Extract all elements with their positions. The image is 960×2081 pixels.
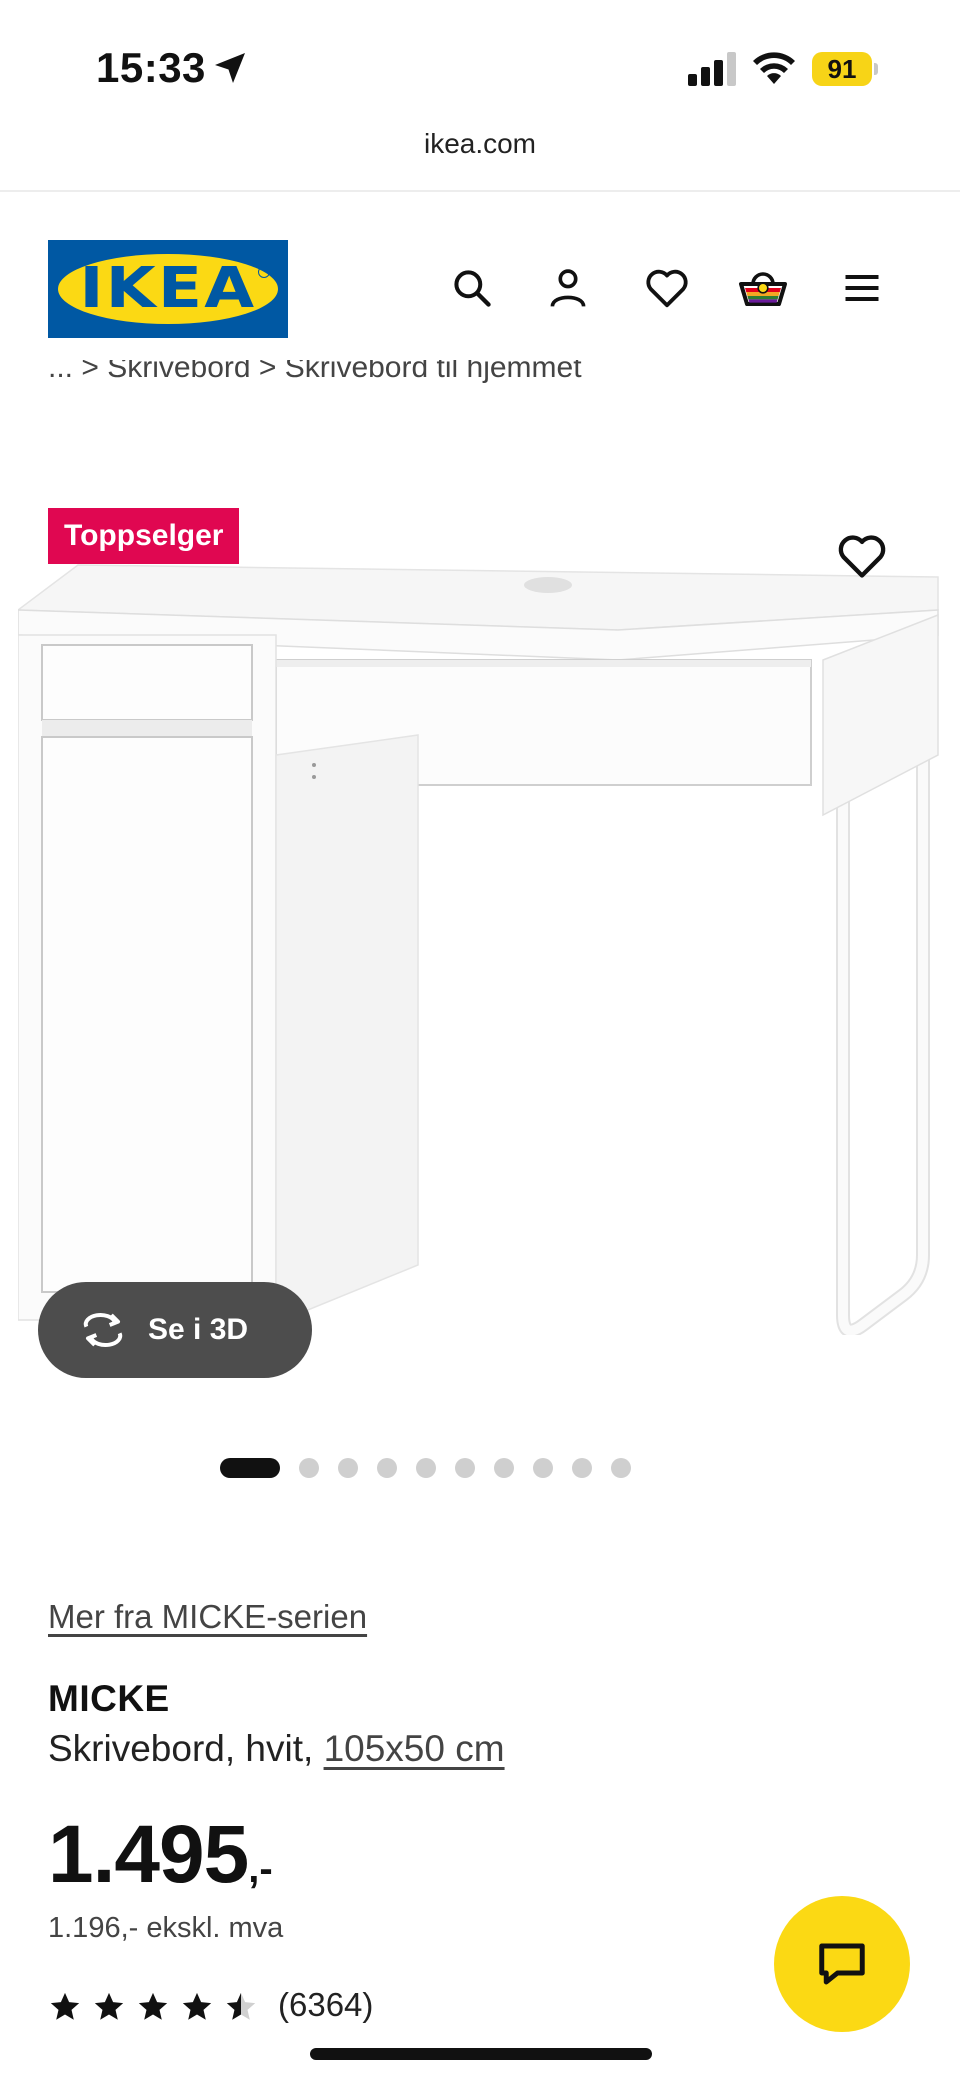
logo-registered-mark — [258, 266, 270, 278]
menu-icon[interactable] — [836, 262, 888, 314]
star-full-icon — [94, 1992, 124, 2020]
price-excl-vat: 1.196,- ekskl. mva — [48, 1912, 284, 1944]
carousel-dot[interactable] — [571, 1458, 592, 1478]
battery-cap — [874, 63, 878, 75]
carousel-dot[interactable] — [337, 1458, 358, 1478]
breadcrumb[interactable]: ... > Skrivebord > Skrivebord til hjemme… — [48, 360, 582, 394]
carousel-dot[interactable] — [610, 1458, 631, 1478]
wifi-icon — [753, 52, 795, 84]
product-description: Skrivebord, hvit, 105x50 cm — [48, 1728, 505, 1770]
home-indicator[interactable] — [310, 2048, 652, 2060]
ikea-logo[interactable]: IKEA — [48, 240, 288, 338]
chat-button[interactable] — [774, 1896, 910, 2032]
star-half-icon — [226, 1992, 256, 2020]
product-dimensions-link[interactable]: 105x50 cm — [324, 1728, 505, 1769]
product-name: MICKE — [48, 1678, 170, 1719]
shopping-bag-icon[interactable] — [737, 262, 789, 314]
toppselger-badge: Toppselger — [48, 508, 240, 564]
battery-indicator: 91 — [812, 52, 878, 86]
account-icon[interactable] — [542, 262, 594, 314]
image-carousel-indicator[interactable] — [0, 1456, 960, 1480]
battery-level: 91 — [812, 52, 872, 86]
carousel-dot[interactable] — [532, 1458, 553, 1478]
star-full-icon — [182, 1992, 212, 2020]
star-full-icon — [50, 1992, 80, 2020]
add-to-favourites-icon[interactable] — [836, 530, 888, 582]
carousel-dot-active[interactable] — [219, 1458, 280, 1478]
product-price: 1.495,- — [48, 1808, 273, 1902]
browser-url[interactable]: ikea.com — [0, 128, 960, 160]
carousel-dot[interactable] — [415, 1458, 436, 1478]
logo-text: IKEA — [79, 256, 257, 321]
status-time: 15:33 — [96, 44, 206, 91]
favourites-icon[interactable] — [641, 262, 693, 314]
series-link[interactable]: Mer fra MICKE-serien — [48, 1598, 367, 1636]
search-icon[interactable] — [446, 262, 498, 314]
price-main: 1.495 — [48, 1809, 249, 1900]
carousel-dot[interactable] — [298, 1458, 319, 1478]
url-divider — [0, 190, 960, 192]
carousel-dot[interactable] — [454, 1458, 475, 1478]
chat-bubble-icon — [819, 1943, 865, 1985]
rating-stars[interactable] — [48, 1990, 258, 2024]
price-suffix: ,- — [248, 1847, 273, 1891]
rotate-3d-icon — [83, 1312, 123, 1348]
cellular-signal-icon — [688, 52, 736, 86]
product-type: Skrivebord, hvit, — [48, 1728, 324, 1769]
review-count[interactable]: (6364) — [278, 1986, 373, 2024]
view-in-3d-button[interactable]: Se i 3D — [38, 1282, 312, 1378]
star-full-icon — [138, 1992, 168, 2020]
product-image[interactable] — [18, 555, 948, 1335]
carousel-dot[interactable] — [493, 1458, 514, 1478]
view-in-3d-label: Se i 3D — [148, 1313, 249, 1346]
carousel-dot[interactable] — [376, 1458, 397, 1478]
location-arrow-icon — [215, 53, 245, 83]
